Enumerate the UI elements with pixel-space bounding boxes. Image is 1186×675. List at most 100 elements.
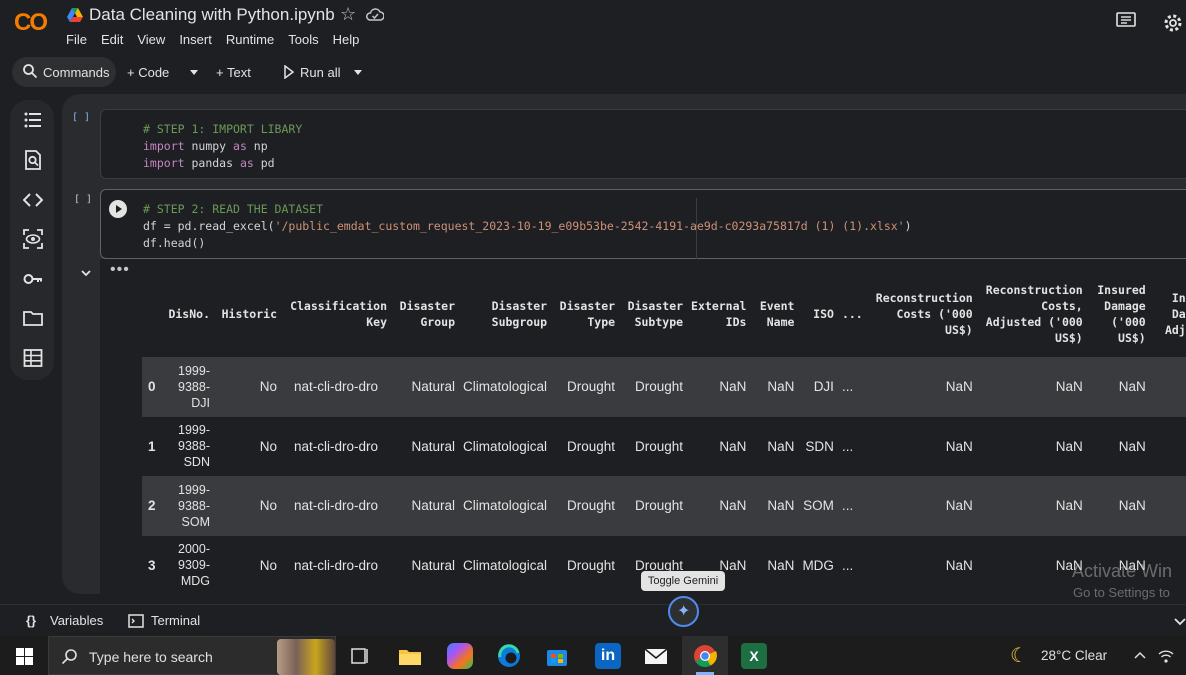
mail-icon[interactable] [643, 643, 669, 669]
file-explorer-icon[interactable] [397, 643, 423, 669]
colab-logo[interactable]: CO [14, 9, 48, 37]
table-header-cell: Reconstruction Costs, Adjusted ('000 US$… [985, 283, 1083, 345]
table-cell: ... [837, 357, 867, 417]
code-line-1: # STEP 1: IMPORT LIBARY [143, 122, 303, 136]
cell-2-exec-count[interactable]: [ ] [74, 194, 92, 205]
table-cell: NaN [719, 438, 747, 454]
chevron-down-icon[interactable] [189, 68, 199, 76]
menu-runtime[interactable]: Runtime [226, 32, 274, 47]
copilot-icon[interactable] [447, 643, 473, 669]
notebook-title[interactable]: Data Cleaning with Python.ipynb [89, 5, 335, 25]
table-cell: Drought [567, 438, 616, 454]
weather-text[interactable]: 28°C Clear [1041, 648, 1107, 663]
table-header-cell: Disaster Group [399, 299, 455, 329]
table-header-cell: Classification Key [290, 299, 387, 329]
table-cell: NaN [1055, 557, 1083, 573]
chrome-taskbar-slot[interactable] [682, 636, 728, 675]
run-cell-button[interactable] [109, 200, 127, 218]
linkedin-icon[interactable]: in [595, 643, 621, 669]
variable-inspector-icon[interactable] [23, 229, 43, 249]
chevron-down-icon[interactable] [353, 68, 363, 76]
table-cell: No [214, 357, 281, 417]
code-editor[interactable]: # STEP 1: IMPORT LIBARY import numpy as … [143, 121, 302, 172]
table-header-row: DisNo. Historic Classification Key Disaster… [142, 271, 1186, 357]
cell-1-exec-count[interactable]: [ ] [72, 112, 90, 123]
search-highlight-image [277, 639, 335, 675]
key-icon[interactable] [23, 269, 43, 289]
gemini-button[interactable] [668, 596, 699, 627]
table-cell: NaN [767, 438, 795, 454]
table-cell: NaN [1086, 476, 1150, 536]
table-cell [1150, 417, 1186, 477]
menu-help[interactable]: Help [333, 32, 360, 47]
gear-icon[interactable] [1162, 12, 1184, 34]
table-cell: SOM [798, 476, 838, 536]
row-index: 0 [142, 357, 164, 417]
table-cell: No [214, 476, 281, 536]
find-replace-icon[interactable] [23, 150, 43, 170]
table-cell: 1999- 9388- SOM [164, 476, 214, 536]
search-placeholder: Type here to search [89, 649, 213, 665]
chrome-icon [694, 645, 717, 667]
menu-view[interactable]: View [137, 32, 165, 47]
terminal-button[interactable]: Terminal [151, 613, 200, 628]
taskbar-search[interactable]: Type here to search [48, 636, 336, 675]
code-editor[interactable]: # STEP 2: READ THE DATASET df = pd.read_… [143, 201, 912, 252]
menu-file[interactable]: File [66, 32, 87, 47]
table-cell: NaN [866, 476, 977, 536]
keyword: as [239, 156, 254, 170]
toolbar: Commands + Code + Text Run all [0, 54, 1186, 90]
code-cell-2[interactable]: # STEP 2: READ THE DATASET df = pd.read_… [100, 189, 1186, 260]
table-cell: nat-cli-dro-dro [293, 557, 379, 573]
table-cell: Climatological [459, 476, 552, 536]
task-view-icon[interactable] [347, 643, 373, 669]
variables-button[interactable]: Variables [50, 613, 103, 628]
chevron-down-icon[interactable] [80, 267, 92, 279]
gemini-tooltip: Toggle Gemini [641, 571, 725, 591]
bottom-bar: {} Variables Terminal [0, 604, 1186, 636]
cloud-sync-icon[interactable] [366, 7, 384, 21]
code-snippets-icon[interactable] [23, 190, 43, 210]
menu-edit[interactable]: Edit [101, 32, 123, 47]
windows-start-icon[interactable] [16, 648, 33, 665]
table-cell: NaN [750, 476, 799, 536]
edge-icon[interactable] [496, 643, 522, 669]
terminal-icon [128, 614, 144, 628]
table-cell: nat-cli-dro-dro [281, 476, 391, 536]
table-cell: NaN [1118, 438, 1146, 454]
row-index: 3 [148, 557, 156, 573]
keyword: as [233, 139, 247, 153]
table-header-cell: ISO [813, 307, 834, 321]
table-icon[interactable] [23, 348, 43, 368]
table-cell: Climatological [459, 357, 552, 417]
code-cell-1[interactable]: # STEP 1: IMPORT LIBARY import numpy as … [100, 109, 1186, 179]
wifi-icon[interactable] [1158, 649, 1174, 663]
chevron-up-icon[interactable] [1134, 651, 1146, 659]
menu-tools[interactable]: Tools [288, 32, 318, 47]
table-of-contents-icon[interactable] [23, 110, 43, 130]
table-cell: Drought [635, 438, 684, 454]
chevron-down-icon[interactable] [1174, 617, 1186, 627]
table-cell: NaN [945, 557, 973, 573]
notebook-area: [ ] # STEP 1: IMPORT LIBARY import numpy… [62, 94, 1186, 594]
comment-icon[interactable] [1116, 12, 1136, 30]
star-icon[interactable]: ☆ [340, 4, 356, 25]
add-text-button[interactable]: + Text [216, 65, 251, 80]
menu-insert[interactable]: Insert [179, 32, 212, 47]
table-cell: DJI [798, 357, 838, 417]
excel-icon[interactable]: X [741, 643, 767, 669]
dataframe-table: DisNo. Historic Classification Key Disaster… [142, 271, 1186, 594]
table-cell: Drought [551, 357, 620, 417]
folder-icon[interactable] [23, 308, 43, 328]
commands-label: Commands [43, 65, 110, 80]
table-cell: NaN [687, 476, 751, 536]
commands-button[interactable]: Commands [12, 57, 116, 87]
braces-icon: {} [26, 613, 37, 628]
table-cell: No [259, 557, 277, 573]
code-text: ) [904, 219, 912, 233]
run-all-button[interactable]: Run all [300, 65, 340, 80]
microsoft-store-icon[interactable] [544, 643, 570, 669]
more-options-icon[interactable]: ••• [110, 261, 130, 279]
add-code-button[interactable]: + Code [127, 65, 169, 80]
drive-icon[interactable] [67, 8, 83, 22]
